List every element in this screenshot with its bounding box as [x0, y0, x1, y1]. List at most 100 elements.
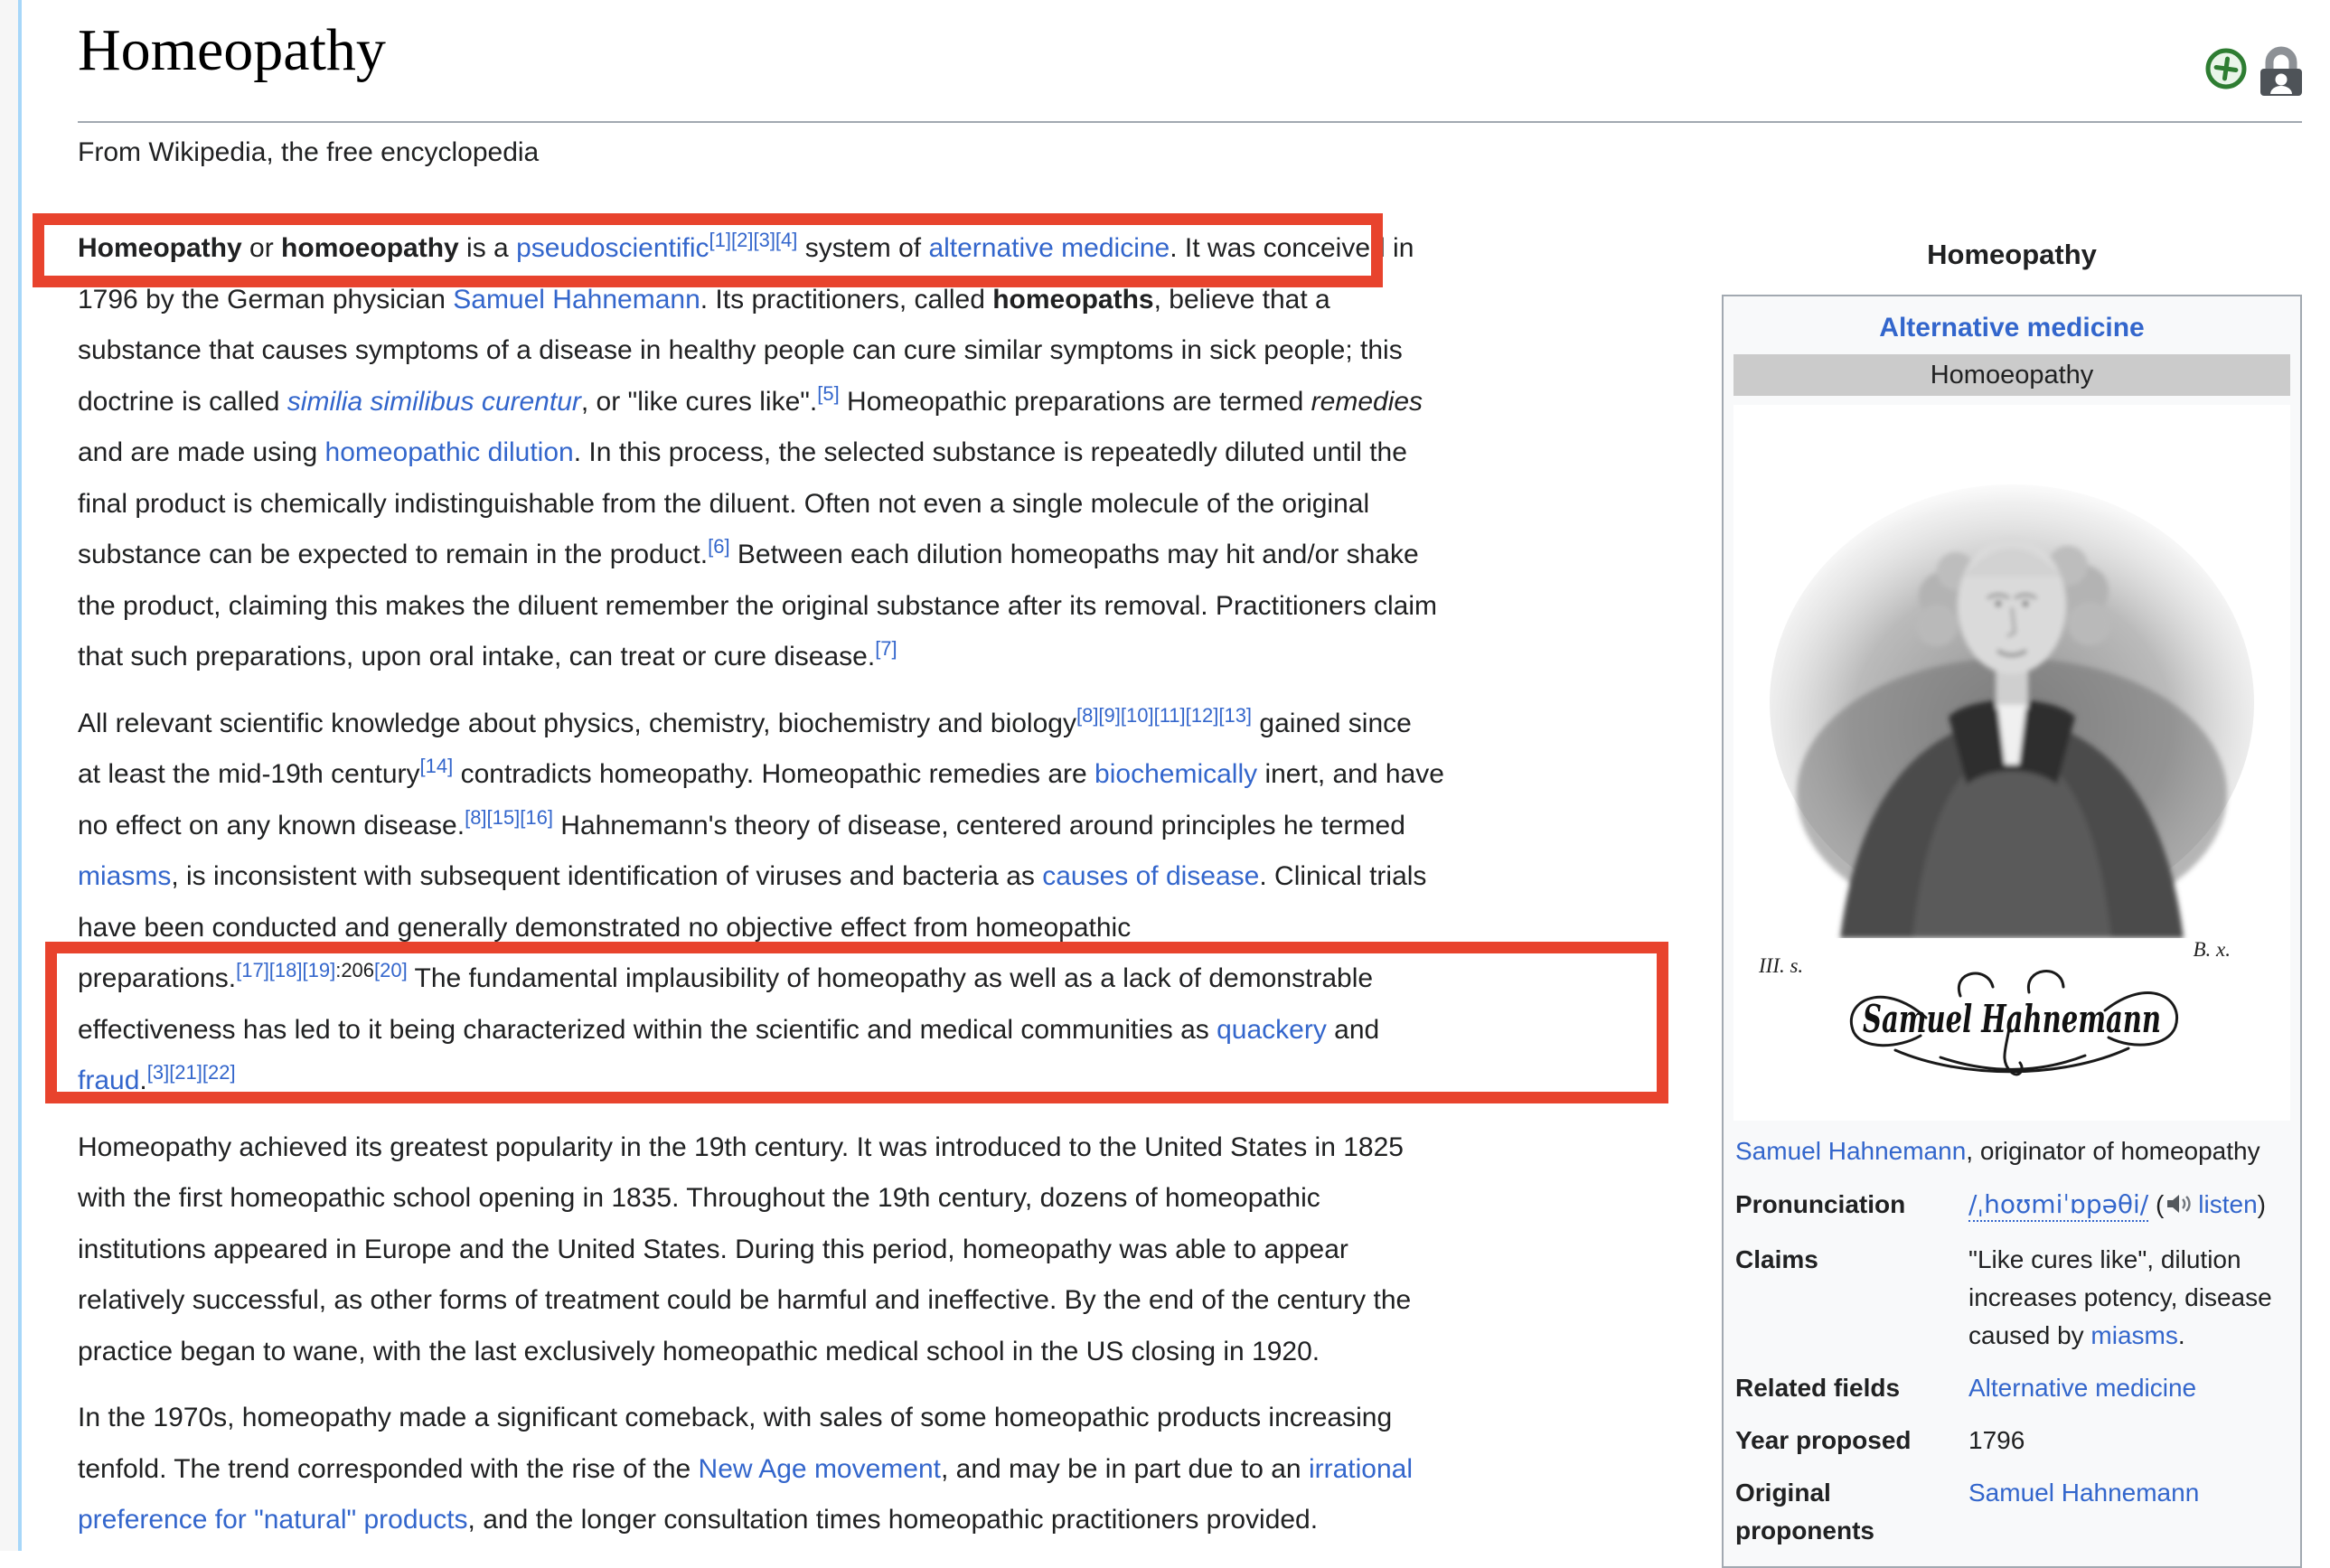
wiki-link[interactable]: listen [2198, 1190, 2257, 1218]
wiki-link[interactable]: Samuel Hahnemann [453, 285, 700, 315]
text-run: final product is chemically indistinguis… [78, 488, 1370, 519]
text-run: Homeopathic preparations are termed [839, 386, 1311, 417]
infobox-row-label: Year proposed [1735, 1426, 1912, 1454]
infobox-row-label: Pronunciation [1735, 1190, 1906, 1218]
annotation-rectangle-2 [45, 942, 1668, 1103]
wiki-link[interactable]: biochemically [1095, 759, 1257, 789]
infobox-row-label: Original proponents [1735, 1479, 1874, 1545]
text-run: at least the mid-19th century [78, 759, 420, 789]
text-run: substance can be expected to remain in t… [78, 540, 709, 569]
infobox-row-value: Samuel Hahnemann [1968, 1474, 2290, 1550]
semi-protected-padlock-icon[interactable] [2256, 43, 2307, 102]
wiki-link[interactable]: Samuel Hahnemann [1968, 1479, 2199, 1507]
text-run: inert, and have [1257, 759, 1444, 789]
text-run: caused by [1968, 1321, 2091, 1349]
text-run: Between each dilution homeopaths may hit… [729, 540, 1419, 569]
speaker-icon[interactable] [2166, 1188, 2193, 1226]
infobox-row-value: 1796 [1968, 1422, 2290, 1460]
value-line: /ˌhoʊmiˈɒpəθi/ ( listen) [1968, 1186, 2290, 1226]
paragraph: Homeopathy or homoeopathy is a pseudosci… [78, 223, 1696, 683]
wiki-link[interactable]: miasms [2090, 1321, 2177, 1349]
text-run: ( [2148, 1190, 2165, 1218]
wiki-link[interactable]: New Age movement [699, 1454, 941, 1484]
text-run: , and may be in part due to an [941, 1453, 1309, 1484]
text-run: . Clinical trials [1259, 861, 1427, 891]
infobox-rows: Pronunciation/ˌhoʊmiˈɒpəθi/ (listen) Clai… [1735, 1186, 2290, 1550]
text-run: Homeopathy achieved its greatest popular… [78, 1131, 1404, 1162]
wiki-link[interactable]: /ˌhoʊmiˈɒpəθi/ [1968, 1189, 2149, 1222]
wiki-link[interactable]: Alternative medicine [1968, 1374, 2196, 1402]
good-article-plus-icon[interactable] [2204, 47, 2248, 95]
wiki-link[interactable]: similia similibus curentur [287, 387, 581, 417]
ref-marker[interactable]: [7] [875, 637, 897, 660]
text-run: the product, claiming this makes the dil… [78, 590, 1437, 621]
infobox-type-link[interactable]: Alternative medicine [1732, 305, 2292, 354]
text-run: practice began to wane, with the last ex… [78, 1336, 1320, 1366]
text-run: gained since [1252, 708, 1412, 738]
text-run: doctrine is called [78, 386, 287, 417]
text-run: ) [2257, 1190, 2266, 1218]
text-run: homeopaths [992, 284, 1154, 315]
value-line: Samuel Hahnemann [1968, 1474, 2290, 1512]
hahnemann-portrait-illustration [1770, 484, 2254, 938]
ref-marker[interactable]: [6] [708, 535, 729, 558]
text-line: no effect on any known disease.[8][15][1… [78, 801, 1696, 852]
text-run: institutions appeared in Europe and the … [78, 1234, 1348, 1264]
ref-marker[interactable]: [14] [420, 755, 454, 777]
wiki-link[interactable]: irrational [1309, 1454, 1413, 1484]
value-line: Alternative medicine [1968, 1369, 2290, 1407]
page-left-gutter [0, 0, 18, 1551]
text-line: the product, claiming this makes the dil… [78, 581, 1696, 633]
text-line: substance that causes symptoms of a dise… [78, 325, 1696, 377]
text-line: final product is chemically indistinguis… [78, 479, 1696, 530]
ref-marker[interactable]: [8][15][16] [465, 806, 553, 829]
text-run: have been conducted and generally demons… [78, 912, 1132, 943]
text-line: and are made using homeopathic dilution.… [78, 427, 1696, 479]
text-run: 1796 [1968, 1426, 2025, 1454]
text-run: 1796 by the German physician [78, 284, 454, 315]
text-run: . In this process, the selected substanc… [573, 437, 1407, 467]
value-line: increases potency, disease [1968, 1279, 2290, 1317]
ref-marker[interactable]: [8][9][10][11][12][13] [1076, 704, 1252, 727]
text-line: tenfold. The trend corresponded with the… [78, 1444, 1696, 1496]
text-line: doctrine is called similia similibus cur… [78, 377, 1696, 428]
wiki-link[interactable]: causes of disease [1042, 861, 1259, 891]
text-run: contradicts homeopathy. Homeopathic reme… [453, 759, 1095, 789]
content-border-line [18, 0, 22, 1551]
text-line: substance can be expected to remain in t… [78, 530, 1696, 581]
text-run: relatively successful, as other forms of… [78, 1285, 1412, 1315]
annotation-rectangle-1 [33, 213, 1383, 287]
infobox-row-value: /ˌhoʊmiˈɒpəθi/ ( listen) [1968, 1186, 2290, 1226]
ref-marker[interactable]: [5] [817, 382, 839, 405]
article-lead-text: Homeopathy or homoeopathy is a pseudosci… [78, 223, 1696, 1562]
text-line: preference for "natural" products, and t… [78, 1495, 1696, 1546]
text-run: , believe that a [1153, 284, 1330, 315]
plate-mark-right: B. x. [2193, 938, 2231, 961]
text-line: All relevant scientific knowledge about … [78, 699, 1696, 750]
text-run: All relevant scientific knowledge about … [78, 708, 1076, 738]
plate-mark-left: III. s. [1759, 954, 1804, 977]
text-run: substance that causes symptoms of a dise… [78, 335, 1403, 365]
value-line: "Like cures like", dilution [1968, 1241, 2290, 1279]
text-line: that such preparations, upon oral intake… [78, 632, 1696, 683]
wiki-link[interactable]: preference for "natural" products [78, 1505, 468, 1535]
text-line: Homeopathy achieved its greatest popular… [78, 1122, 1696, 1174]
wiki-link[interactable]: Samuel Hahnemann [1735, 1137, 1966, 1165]
title-divider [78, 121, 2302, 123]
wiki-link[interactable]: miasms [78, 861, 171, 891]
wiki-link[interactable]: homeopathic dilution [325, 437, 574, 467]
paragraph: Homeopathy achieved its greatest popular… [78, 1122, 1696, 1378]
value-line: caused by miasms. [1968, 1317, 2290, 1355]
text-line: practice began to wane, with the last ex… [78, 1327, 1696, 1378]
portrait-image[interactable]: III. s. B. x. Samuel Hahnemann [1733, 405, 2290, 1121]
page-title: Homeopathy [78, 17, 386, 83]
text-line: with the first homeopathic school openin… [78, 1173, 1696, 1225]
paragraph: In the 1970s, homeopathy made a signific… [78, 1393, 1696, 1546]
text-run: that such preparations, upon oral intake… [78, 642, 876, 671]
text-line: institutions appeared in Europe and the … [78, 1225, 1696, 1276]
value-line: 1796 [1968, 1422, 2290, 1460]
text-line: at least the mid-19th century[14] contra… [78, 749, 1696, 801]
text-run: , or "like cures like". [580, 386, 818, 417]
infobox-row-value: Alternative medicine [1968, 1369, 2290, 1407]
text-run: and are made using [78, 437, 325, 467]
